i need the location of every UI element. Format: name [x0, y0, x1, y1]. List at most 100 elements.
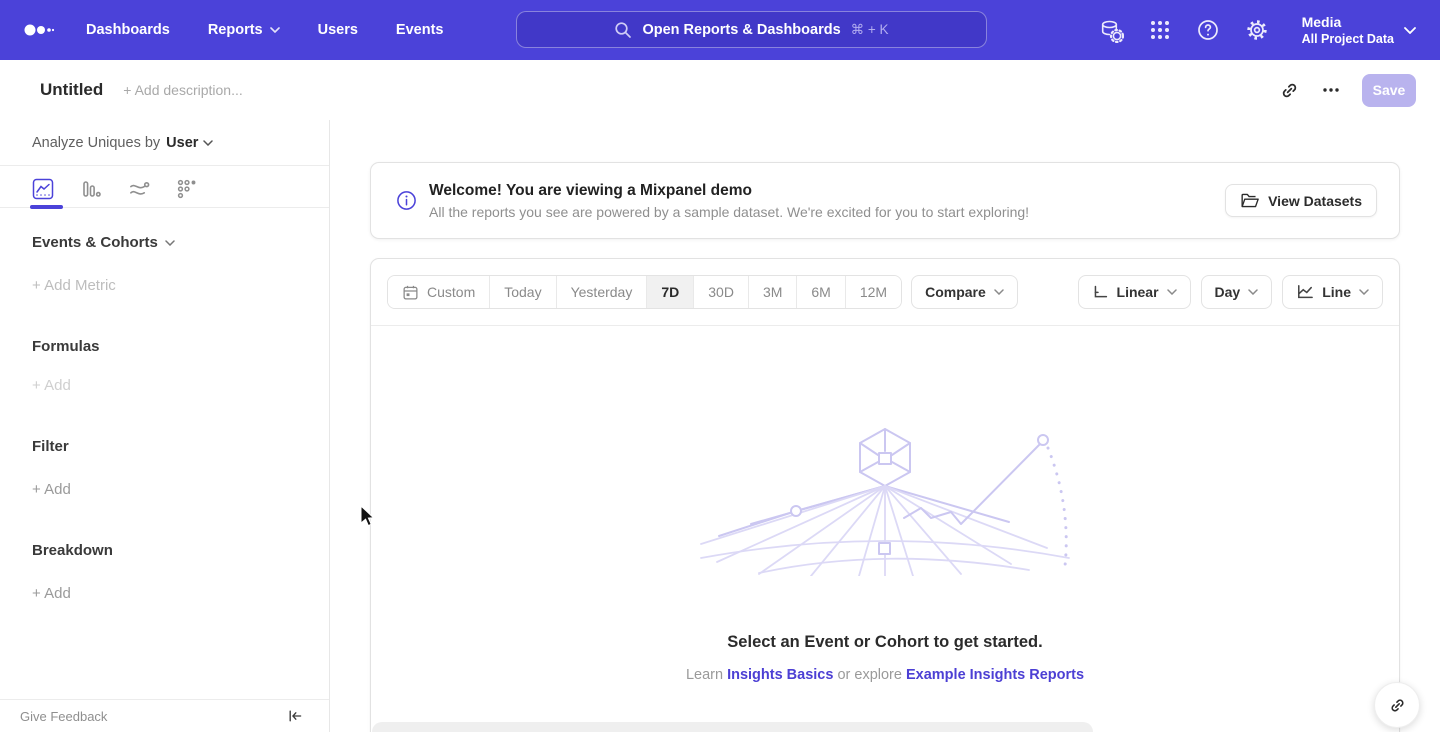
date-range-6m[interactable]: 6M: [796, 276, 844, 308]
sidebar-footer: Give Feedback: [0, 699, 329, 732]
view-datasets-button[interactable]: View Datasets: [1225, 184, 1377, 217]
nav-item-label: Dashboards: [86, 22, 170, 38]
info-icon: [396, 190, 417, 211]
date-range-label: Today: [504, 284, 541, 300]
date-range-label: 3M: [763, 284, 782, 300]
add-metric-button[interactable]: + Add Metric: [32, 277, 297, 294]
date-range-30d[interactable]: 30D: [693, 276, 748, 308]
project-name: Media: [1302, 14, 1394, 31]
help-icon[interactable]: [1196, 18, 1220, 42]
date-range-label: 12M: [860, 284, 887, 300]
add-filter-button[interactable]: + Add: [32, 481, 297, 498]
analyze-value: User: [166, 135, 198, 151]
date-range-3m[interactable]: 3M: [748, 276, 796, 308]
compare-label: Compare: [925, 284, 986, 300]
date-range-yesterday[interactable]: Yesterday: [556, 276, 647, 308]
nav-right-cluster: Media All Project Data: [1099, 0, 1416, 60]
nav-item-label: Events: [396, 22, 444, 38]
chart-type-label: Line: [1322, 284, 1351, 300]
settings-gear-icon[interactable]: [1245, 18, 1269, 42]
chevron-down-icon: [203, 140, 213, 146]
active-tab-underline: [30, 205, 63, 209]
data-management-icon[interactable]: [1099, 18, 1124, 43]
main-content: Welcome! You are viewing a Mixpanel demo…: [330, 120, 1440, 732]
report-header-bar: Untitled + Add description... Save: [0, 60, 1440, 120]
learn-text: Learn: [686, 667, 723, 683]
insights-basics-link[interactable]: Insights Basics: [727, 667, 833, 683]
date-range-segmented-control: Custom Today Yesterday 7D 30D 3M 6M 12M: [387, 275, 902, 309]
analyze-value-dropdown[interactable]: User: [166, 135, 213, 151]
empty-state-title: Select an Event or Cohort to get started…: [371, 633, 1399, 652]
date-range-label: 7D: [661, 284, 679, 300]
empty-state-help-text: Learn Insights Basics or explore Example…: [371, 667, 1399, 683]
date-range-custom[interactable]: Custom: [388, 276, 489, 308]
example-reports-link[interactable]: Example Insights Reports: [906, 667, 1084, 683]
nav-item-label: Reports: [208, 22, 263, 38]
scale-label: Linear: [1117, 284, 1159, 300]
add-breakdown-button[interactable]: + Add: [32, 585, 297, 602]
tab-retention-icon[interactable]: [176, 178, 198, 206]
analyze-label: Analyze Uniques by: [32, 135, 160, 151]
collapse-sidebar-icon[interactable]: [287, 708, 303, 724]
tab-bar-chart-icon[interactable]: [80, 178, 102, 206]
scale-dropdown[interactable]: Linear: [1078, 275, 1191, 309]
chevron-down-icon: [270, 27, 280, 33]
date-range-label: 6M: [811, 284, 830, 300]
chevron-down-icon: [1248, 289, 1258, 295]
mixpanel-logo-icon[interactable]: [24, 23, 54, 37]
apps-grid-icon[interactable]: [1149, 19, 1171, 41]
more-options-icon[interactable]: [1322, 87, 1340, 93]
chevron-down-icon: [1167, 289, 1177, 295]
empty-state: Select an Event or Cohort to get started…: [371, 326, 1399, 683]
chevron-down-icon: [994, 289, 1004, 295]
search-placeholder: Open Reports & Dashboards: [642, 22, 840, 38]
date-range-label: 30D: [708, 284, 734, 300]
filter-label: Filter: [32, 438, 69, 455]
interval-dropdown[interactable]: Day: [1201, 275, 1273, 309]
interval-label: Day: [1215, 284, 1241, 300]
tab-insights-icon[interactable]: [32, 178, 54, 206]
filter-header: Filter: [32, 438, 297, 455]
tab-flows-icon[interactable]: [128, 178, 150, 206]
date-range-today[interactable]: Today: [489, 276, 555, 308]
give-feedback-link[interactable]: Give Feedback: [20, 709, 107, 724]
banner-subtitle: All the reports you see are powered by a…: [429, 204, 1029, 220]
share-link-fab[interactable]: [1374, 682, 1420, 728]
formulas-header: Formulas: [32, 338, 297, 355]
top-navigation-bar: Dashboards Reports Users Events Open Rep…: [0, 0, 1440, 60]
primary-nav: Dashboards Reports Users Events: [86, 22, 443, 38]
view-datasets-label: View Datasets: [1268, 193, 1362, 209]
nav-item-users[interactable]: Users: [318, 22, 358, 38]
events-cohorts-header[interactable]: Events & Cohorts: [32, 234, 297, 251]
calendar-icon: [402, 284, 419, 301]
breakdown-header: Breakdown: [32, 542, 297, 559]
search-shortcut: ⌘ + K: [851, 22, 889, 38]
project-selector[interactable]: Media All Project Data: [1302, 14, 1416, 47]
compare-dropdown[interactable]: Compare: [911, 275, 1018, 309]
nav-item-reports[interactable]: Reports: [208, 22, 280, 38]
linear-axis-icon: [1092, 284, 1109, 300]
nav-item-dashboards[interactable]: Dashboards: [86, 22, 170, 38]
add-formula-button[interactable]: + Add: [32, 377, 297, 394]
chart-controls-row: Custom Today Yesterday 7D 30D 3M 6M 12M …: [371, 259, 1399, 326]
welcome-banner: Welcome! You are viewing a Mixpanel demo…: [370, 162, 1400, 239]
global-search[interactable]: Open Reports & Dashboards ⌘ + K: [516, 11, 987, 48]
visualization-tabs: [0, 166, 329, 208]
date-range-7d[interactable]: 7D: [646, 276, 693, 308]
report-title[interactable]: Untitled: [40, 80, 103, 100]
banner-title: Welcome! You are viewing a Mixpanel demo: [429, 182, 1029, 200]
nav-item-label: Users: [318, 22, 358, 38]
explore-text: or explore: [837, 667, 901, 683]
date-range-label: Custom: [427, 284, 475, 300]
save-button[interactable]: Save: [1362, 74, 1416, 107]
date-range-12m[interactable]: 12M: [845, 276, 901, 308]
date-range-label: Yesterday: [571, 284, 633, 300]
nav-item-events[interactable]: Events: [396, 22, 444, 38]
chevron-down-icon: [1359, 289, 1369, 295]
bottom-panel-peek: [372, 722, 1093, 732]
empty-state-illustration: [699, 426, 1071, 576]
add-description-field[interactable]: + Add description...: [123, 82, 242, 98]
chart-type-dropdown[interactable]: Line: [1282, 275, 1383, 309]
analyze-uniques-row: Analyze Uniques by User: [0, 120, 329, 166]
copy-link-icon[interactable]: [1279, 80, 1300, 101]
